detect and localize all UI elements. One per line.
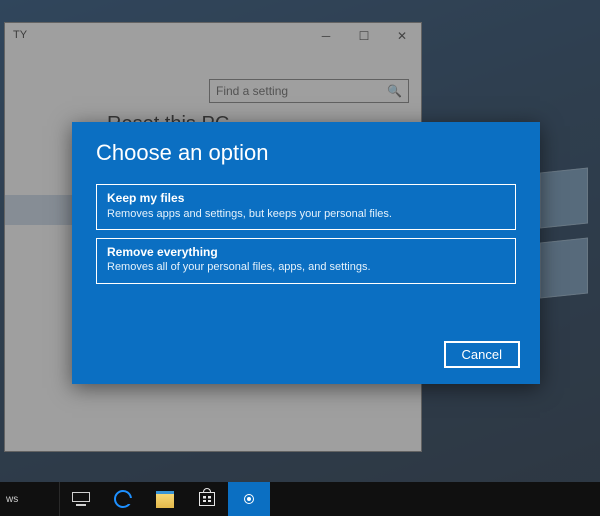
option-description: Removes all of your personal files, apps… — [107, 260, 505, 274]
settings-app-button[interactable] — [228, 482, 270, 516]
cancel-button[interactable]: Cancel — [444, 341, 520, 368]
folder-icon — [156, 491, 174, 508]
reset-dialog: Choose an option Keep my files Removes a… — [72, 122, 540, 384]
option-keep-my-files[interactable]: Keep my files Removes apps and settings,… — [96, 184, 516, 230]
task-view-icon — [72, 492, 90, 506]
edge-browser-button[interactable] — [102, 482, 144, 516]
option-remove-everything[interactable]: Remove everything Removes all of your pe… — [96, 238, 516, 284]
dialog-title: Choose an option — [72, 122, 540, 176]
option-description: Removes apps and settings, but keeps you… — [107, 207, 505, 221]
option-title: Remove everything — [107, 245, 505, 261]
desktop: TY ─ ☐ ✕ Find a setting 🔍 Reset this PC … — [0, 0, 600, 516]
store-icon — [199, 492, 215, 506]
gear-icon — [241, 491, 257, 507]
taskbar-left-label: ws — [0, 482, 60, 516]
taskbar: ws — [0, 482, 600, 516]
store-button[interactable] — [186, 482, 228, 516]
option-title: Keep my files — [107, 191, 505, 207]
edge-icon — [114, 490, 132, 508]
file-explorer-button[interactable] — [144, 482, 186, 516]
task-view-button[interactable] — [60, 482, 102, 516]
